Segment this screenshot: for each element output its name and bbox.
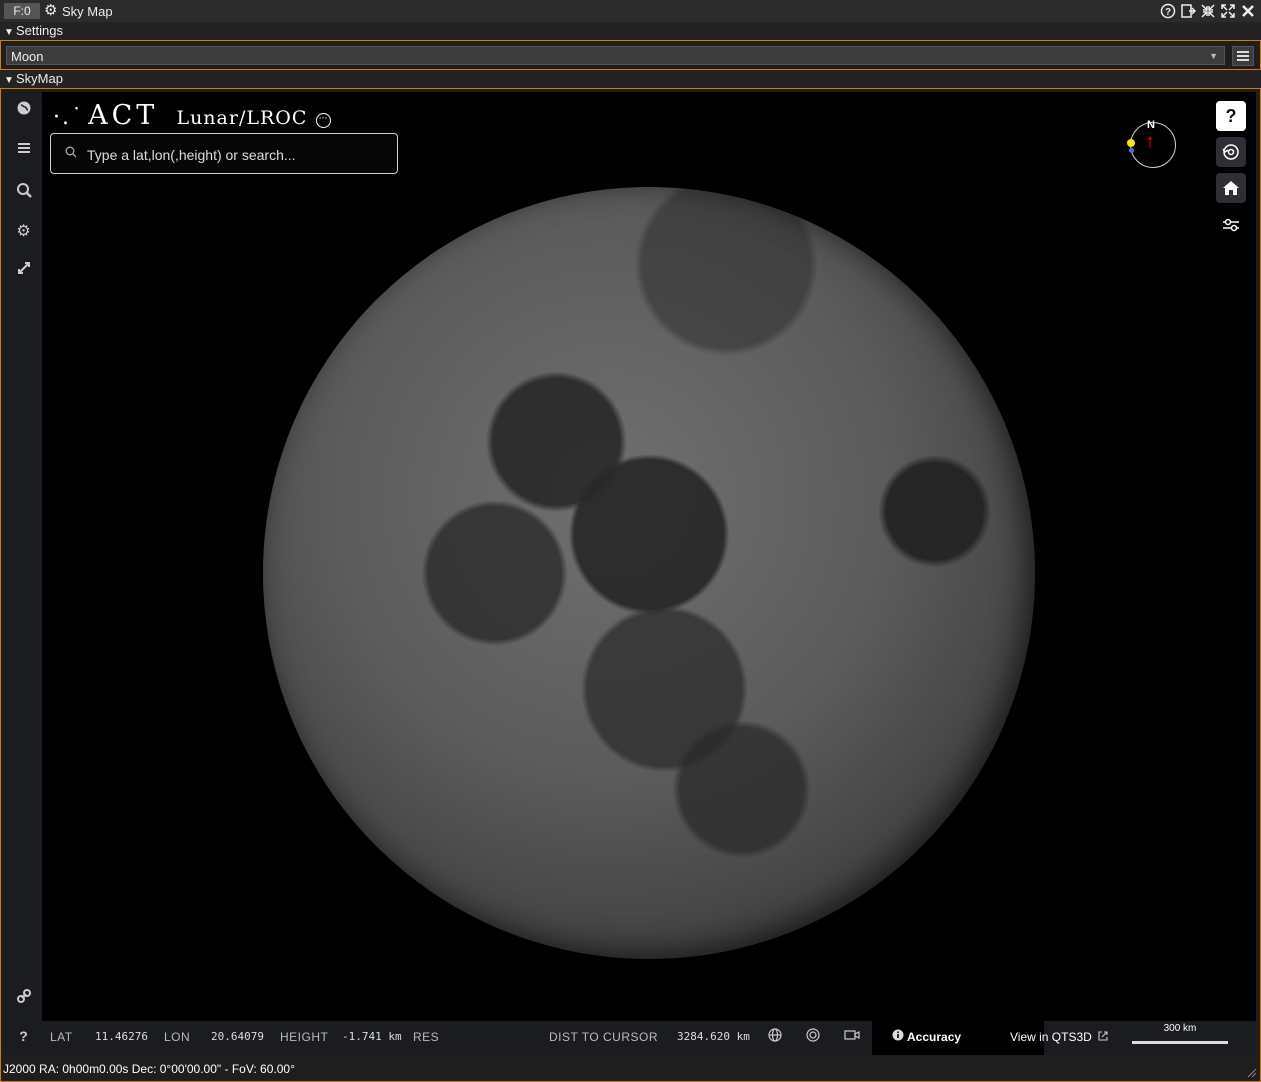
undock-icon[interactable]	[1180, 3, 1197, 19]
menu-icon-bar	[1237, 55, 1249, 57]
home-icon	[1223, 181, 1239, 195]
map-name: Lunar/LROC	[176, 107, 308, 129]
moon-globe[interactable]	[263, 187, 1035, 959]
rotate-icon	[1222, 144, 1239, 160]
compass[interactable]: N ↑	[1127, 119, 1176, 168]
act-logo: ·.˙ ACT Lunar/LROC ···	[53, 100, 331, 131]
svg-text:?: ?	[1165, 7, 1171, 18]
gear-icon[interactable]: ⚙	[44, 3, 60, 19]
zoom-search-icon[interactable]	[5, 182, 42, 206]
menu-icon-bar	[1237, 51, 1249, 53]
window-title: Sky Map	[62, 4, 113, 19]
map-settings-button[interactable]	[1216, 210, 1246, 240]
info-icon	[892, 1029, 904, 1044]
compass-north-label: N	[1147, 119, 1155, 131]
accuracy-label: Accuracy	[907, 1030, 962, 1044]
chevron-down-icon: ▼	[1209, 51, 1218, 61]
dist-label: DIST TO CURSOR	[549, 1030, 659, 1044]
status-bar-text: J2000 RA: 0h00m0.00s Dec: 0°00'00.00" - …	[3, 1062, 295, 1076]
layers-menu-icon[interactable]	[5, 140, 42, 164]
scale-line	[1132, 1041, 1228, 1044]
target-select-value: Moon	[11, 49, 44, 64]
dist-value: 3284.620 km	[677, 1030, 750, 1043]
settings-section-header[interactable]: ▼ Settings	[0, 22, 1261, 40]
lon-value: 20.64079	[211, 1030, 264, 1043]
location-search[interactable]	[50, 133, 398, 174]
target-icon[interactable]	[806, 1028, 820, 1045]
map-viewer[interactable]: ⚙ ? ·.˙ ACT Lunar/LROC ··· N ↑ ?	[5, 92, 1256, 1055]
fullscreen-icon[interactable]	[5, 260, 42, 284]
divider	[0, 88, 1261, 89]
scale-label: 300 km	[1163, 1023, 1197, 1034]
menu-icon-bar	[1237, 59, 1249, 61]
logo-dots: ·.˙	[53, 105, 84, 130]
shrink-icon[interactable]	[1200, 3, 1216, 19]
globe-grid-icon[interactable]	[768, 1028, 782, 1045]
lat-value: 11.46276	[95, 1030, 148, 1043]
lat-label: LAT	[50, 1030, 73, 1044]
skymap-section-label: SkyMap	[16, 71, 63, 86]
scale-bar: 300 km	[1132, 1023, 1228, 1051]
more-options-icon[interactable]: ···	[315, 113, 331, 128]
height-label: HEIGHT	[280, 1030, 329, 1044]
home-button[interactable]	[1216, 173, 1246, 203]
reset-rotation-button[interactable]	[1216, 137, 1246, 167]
north-arrow-icon: ↑	[1145, 131, 1155, 153]
help-button[interactable]: ?	[1216, 101, 1246, 131]
height-value: -1.741 km	[342, 1030, 402, 1043]
menu-button[interactable]	[1232, 46, 1254, 66]
help-button-label: ?	[1219, 104, 1243, 128]
divider	[0, 40, 1261, 41]
view-in-qts3d-link[interactable]: View in QTS3D	[1010, 1030, 1108, 1044]
resize-grip-icon[interactable]	[1245, 1066, 1257, 1078]
maximize-icon[interactable]	[1220, 3, 1236, 19]
coordinate-bar: LAT 11.46276 LON 20.64079 HEIGHT -1.741 …	[42, 1021, 1256, 1055]
settings-section-label: Settings	[16, 23, 63, 38]
settings-icon[interactable]: ⚙	[5, 220, 42, 244]
lon-label: LON	[164, 1030, 191, 1044]
sun-marker-icon	[1127, 139, 1135, 147]
sliders-icon	[1223, 218, 1239, 232]
help-icon[interactable]: ?	[1160, 3, 1176, 19]
res-label: RES	[413, 1030, 440, 1044]
search-input[interactable]	[85, 144, 389, 166]
help-icon[interactable]: ?	[5, 1024, 42, 1048]
close-icon[interactable]	[1240, 3, 1256, 19]
view-in-qts3d-label: View in QTS3D	[1010, 1030, 1092, 1044]
target-select[interactable]: Moon ▼	[6, 46, 1225, 65]
globe-icon[interactable]	[5, 100, 42, 124]
viewer-sidebar: ⚙ ?	[5, 92, 42, 1055]
search-icon	[65, 146, 77, 161]
frame-index-label[interactable]: F:0	[4, 3, 40, 19]
earth-marker-icon	[1129, 148, 1134, 153]
skymap-section-header[interactable]: ▼ SkyMap	[0, 70, 1261, 88]
video-camera-icon[interactable]	[844, 1028, 860, 1045]
title-bar: F:0 ⚙ Sky Map ?	[0, 0, 1261, 22]
external-link-icon	[1098, 1031, 1108, 1041]
link-icon[interactable]	[5, 988, 42, 1012]
logo-text: ACT	[88, 100, 159, 131]
